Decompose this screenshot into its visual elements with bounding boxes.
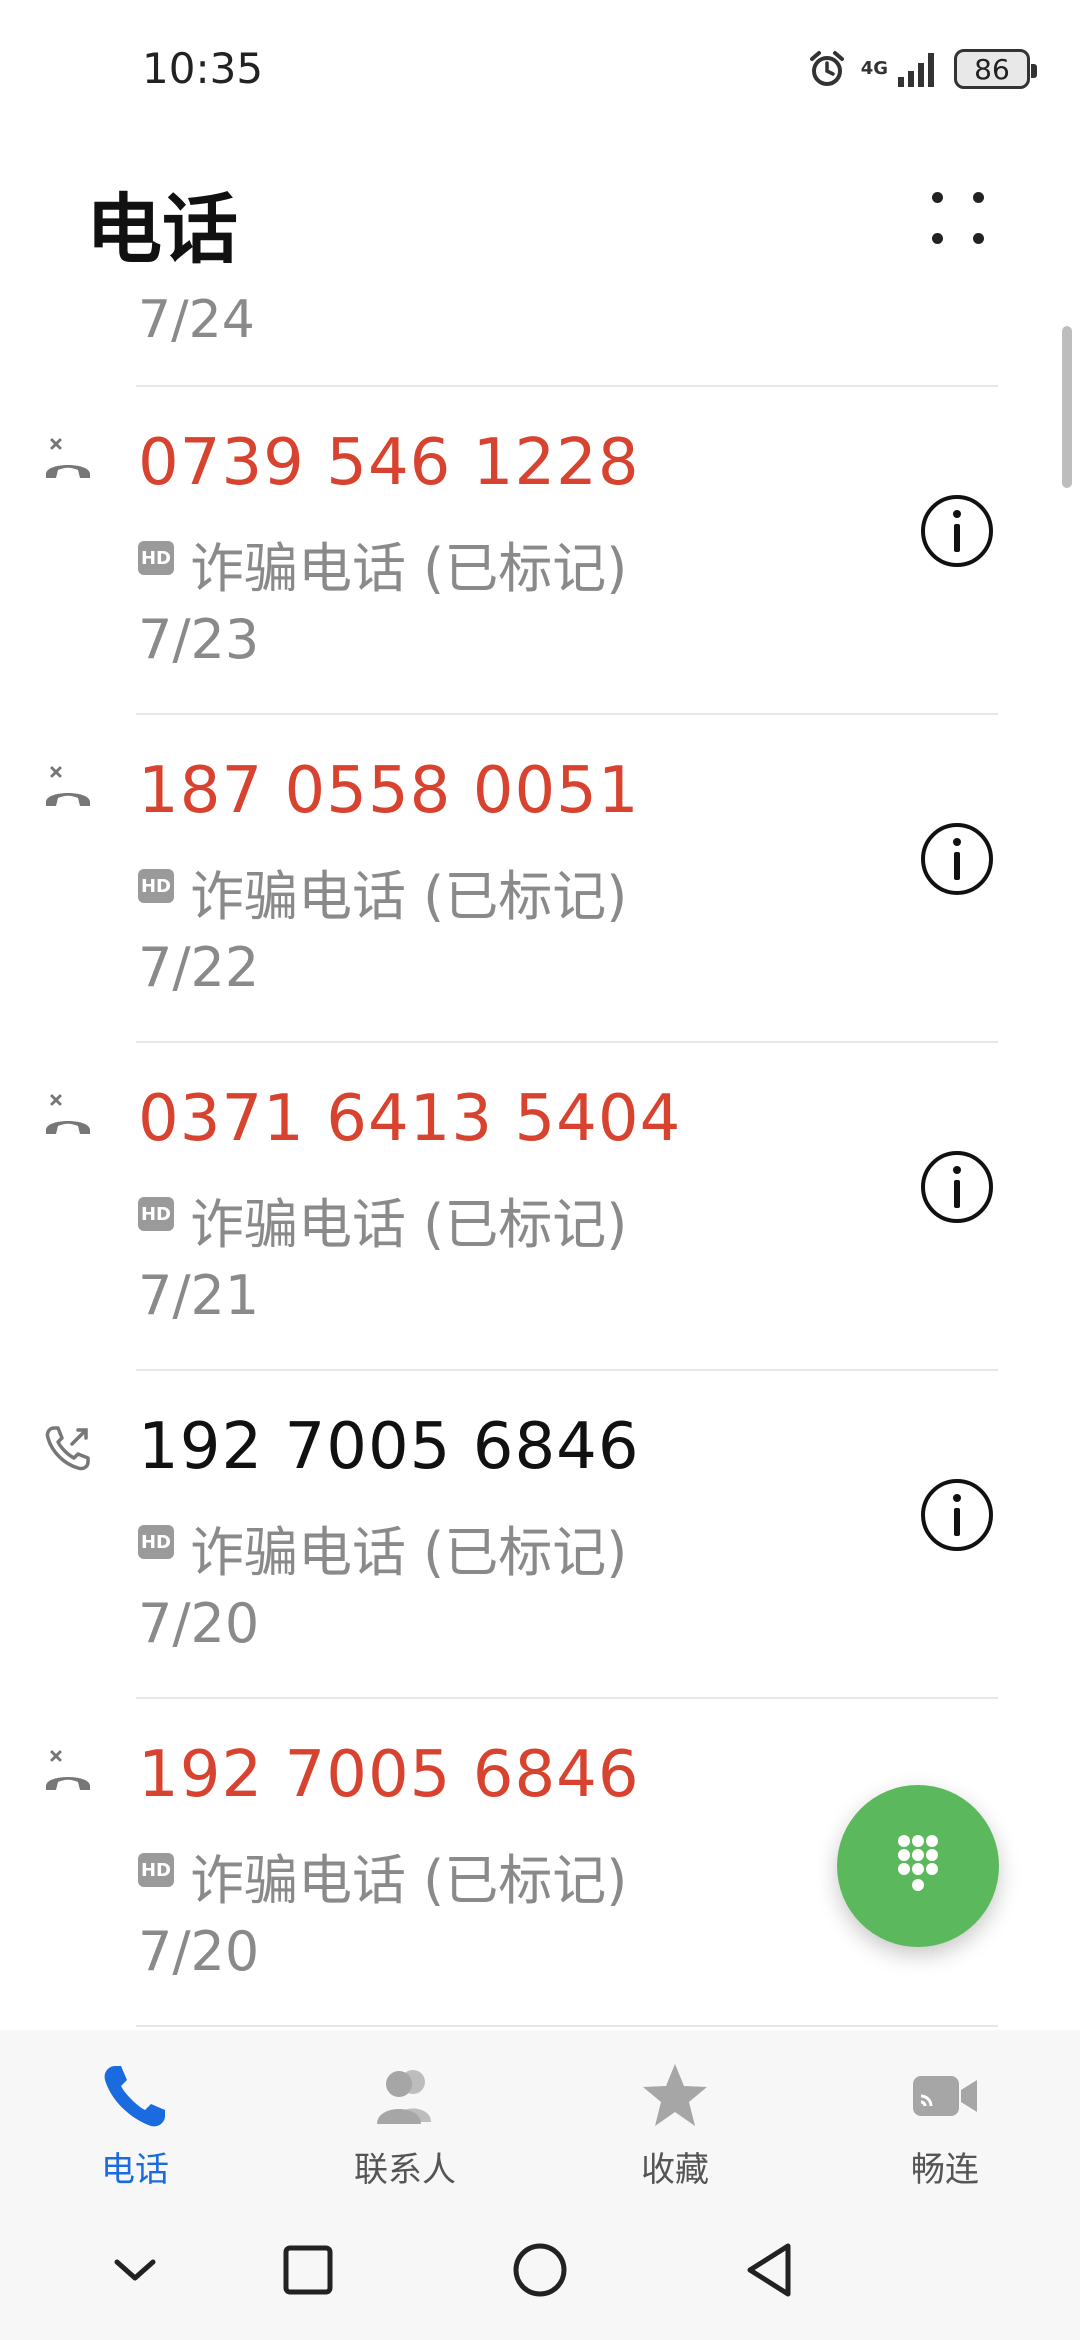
call-date: 7/23: [138, 608, 260, 671]
more-dot-icon: [973, 233, 984, 244]
info-icon[interactable]: [918, 1476, 996, 1554]
call-label: 诈骗电话 (已标记): [190, 1193, 628, 1256]
signal-icon: [898, 53, 934, 87]
previous-call-date: 7/24: [138, 290, 255, 350]
missed-call-icon: [46, 1750, 90, 1790]
nav-tab-phone[interactable]: 电话: [0, 2030, 270, 2200]
call-log-row[interactable]: 192 7005 6846 HD 诈骗电话 (已标记) 7/20: [0, 1370, 1080, 1698]
missed-call-icon: [46, 1094, 90, 1134]
hd-badge: HD: [138, 1525, 174, 1559]
info-icon[interactable]: [918, 492, 996, 570]
dialpad-button[interactable]: [837, 1785, 999, 1947]
network-type: 4G: [860, 58, 888, 79]
call-label: 诈骗电话 (已标记): [190, 537, 628, 600]
hd-badge: HD: [138, 1197, 174, 1231]
nav-tab-contacts[interactable]: 联系人: [270, 2030, 540, 2200]
call-log-row[interactable]: 0739 546 1228 HD 诈骗电话 (已标记) 7/23: [0, 386, 1080, 714]
call-number: 192 7005 6846: [138, 1738, 640, 1812]
info-icon[interactable]: [918, 820, 996, 898]
nav-label: 联系人: [354, 2150, 456, 2190]
more-options-button[interactable]: [920, 180, 996, 256]
more-dot-icon: [932, 233, 943, 244]
page-title: 电话: [86, 185, 238, 274]
phone-icon: [104, 2066, 165, 2127]
nav-label: 收藏: [641, 2150, 709, 2190]
hd-badge: HD: [138, 869, 174, 903]
back-icon[interactable]: [722, 2222, 818, 2318]
dialpad-icon: [898, 1835, 938, 1891]
phone-app-screen: 10:35 4G 86 电话 7/24 0739 546 1228 HD 诈骗电…: [0, 0, 1080, 2340]
nav-label: 电话: [101, 2150, 169, 2190]
status-time: 10:35: [142, 44, 264, 93]
status-bar: 10:35 4G 86: [0, 0, 1080, 130]
call-date: 7/22: [138, 936, 260, 999]
call-log-row[interactable]: 0371 6413 5404 HD 诈骗电话 (已标记) 7/21: [0, 1042, 1080, 1370]
call-number: 187 0558 0051: [138, 754, 640, 828]
info-icon[interactable]: [918, 1148, 996, 1226]
call-number: 192 7005 6846: [138, 1410, 640, 1484]
hd-badge: HD: [138, 1853, 174, 1887]
more-dot-icon: [973, 192, 984, 203]
missed-call-icon: [46, 438, 90, 478]
contacts-icon: [377, 2070, 431, 2124]
divider: [136, 2025, 998, 2027]
call-log-row[interactable]: 187 0558 0051 HD 诈骗电话 (已标记) 7/22: [0, 714, 1080, 1042]
video-call-icon: [913, 2076, 977, 2116]
alarm-icon: [809, 51, 844, 86]
status-icons: 4G 86: [807, 44, 1037, 94]
call-label: 诈骗电话 (已标记): [190, 865, 628, 928]
recent-apps-icon[interactable]: [260, 2222, 356, 2318]
missed-call-icon: [46, 766, 90, 806]
home-icon[interactable]: [492, 2222, 588, 2318]
collapse-icon[interactable]: [87, 2222, 183, 2318]
system-navigation: [0, 2200, 1080, 2340]
bottom-navigation: 电话 联系人 收藏 畅连: [0, 2030, 1080, 2200]
call-date: 7/20: [138, 1920, 260, 1983]
hd-badge: HD: [138, 541, 174, 575]
call-date: 7/21: [138, 1264, 260, 1327]
scrollbar[interactable]: [1062, 326, 1072, 488]
battery-indicator: 86: [954, 49, 1037, 89]
call-log-list[interactable]: 7/24 0739 546 1228 HD 诈骗电话 (已标记) 7/23 18…: [0, 270, 1080, 2030]
call-number: 0739 546 1228: [138, 426, 640, 500]
more-dot-icon: [932, 192, 943, 203]
nav-label: 畅连: [911, 2150, 979, 2190]
nav-tab-meetime[interactable]: 畅连: [810, 2030, 1080, 2200]
call-label: 诈骗电话 (已标记): [190, 1521, 628, 1584]
star-icon: [643, 2064, 707, 2126]
nav-tab-favorites[interactable]: 收藏: [540, 2030, 810, 2200]
call-label: 诈骗电话 (已标记): [190, 1849, 628, 1912]
outgoing-call-icon: [45, 1426, 90, 1471]
call-date: 7/20: [138, 1592, 260, 1655]
call-number: 0371 6413 5404: [138, 1082, 682, 1156]
battery-level: 86: [974, 52, 1010, 86]
